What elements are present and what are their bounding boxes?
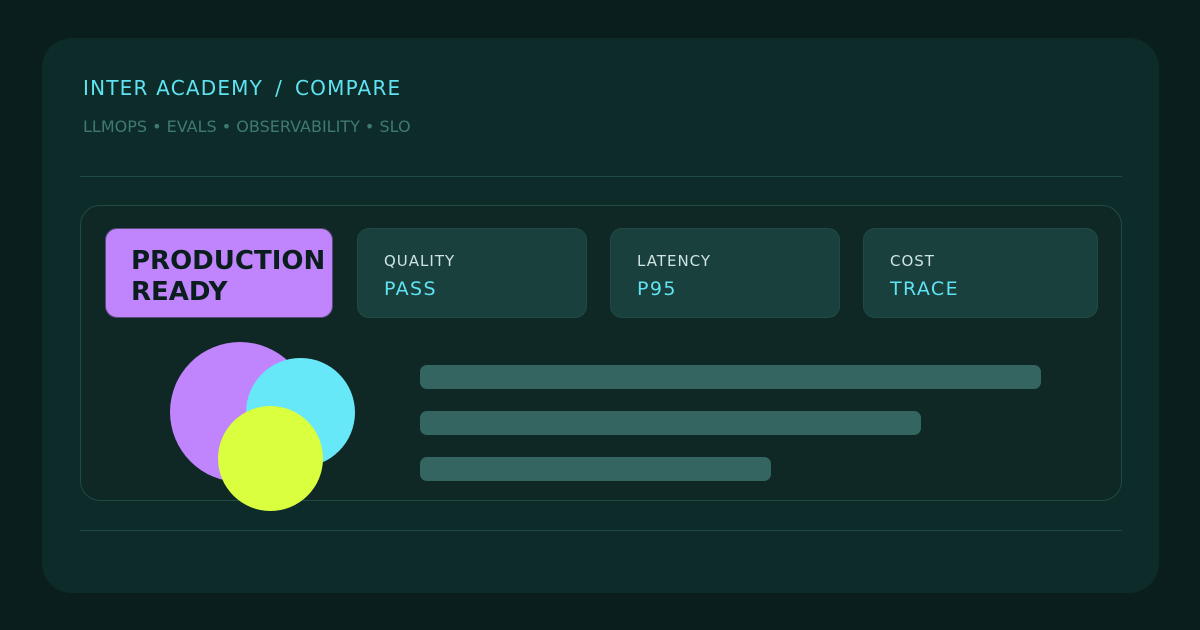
metric-label-latency: LATENCY (637, 252, 712, 270)
venn-circle-lime (218, 406, 323, 511)
breadcrumb-item-inter-academy[interactable]: INTER ACADEMY (83, 76, 263, 100)
venn-illustration (170, 342, 360, 512)
placeholder-bar-1 (420, 365, 1041, 389)
metric-label-quality: QUALITY (384, 252, 456, 270)
metric-value-latency: P95 (637, 278, 677, 300)
metric-card-cost: COST TRACE (863, 228, 1098, 318)
header-divider (80, 176, 1122, 177)
metric-card-quality: QUALITY PASS (357, 228, 587, 318)
breadcrumb-item-compare[interactable]: COMPARE (295, 76, 401, 100)
metric-label-cost: COST (890, 252, 935, 270)
breadcrumb: INTER ACADEMY / COMPARE (83, 76, 401, 100)
metric-value-cost: TRACE (890, 278, 959, 300)
topic-tags: LLMOPS • EVALS • OBSERVABILITY • SLO (83, 117, 411, 136)
production-ready-label: PRODUCTION READY (131, 246, 326, 307)
footer-divider (80, 530, 1122, 531)
placeholder-bar-3 (420, 457, 771, 481)
placeholder-bar-2 (420, 411, 921, 435)
status-panel: PRODUCTION READY QUALITY PASS LATENCY P9… (80, 205, 1122, 511)
hero-card: INTER ACADEMY / COMPARE LLMOPS • EVALS • O… (42, 38, 1159, 593)
metric-value-quality: PASS (384, 278, 437, 300)
metric-card-latency: LATENCY P95 (610, 228, 840, 318)
production-ready-badge: PRODUCTION READY (105, 228, 333, 318)
breadcrumb-separator: / (275, 76, 284, 100)
